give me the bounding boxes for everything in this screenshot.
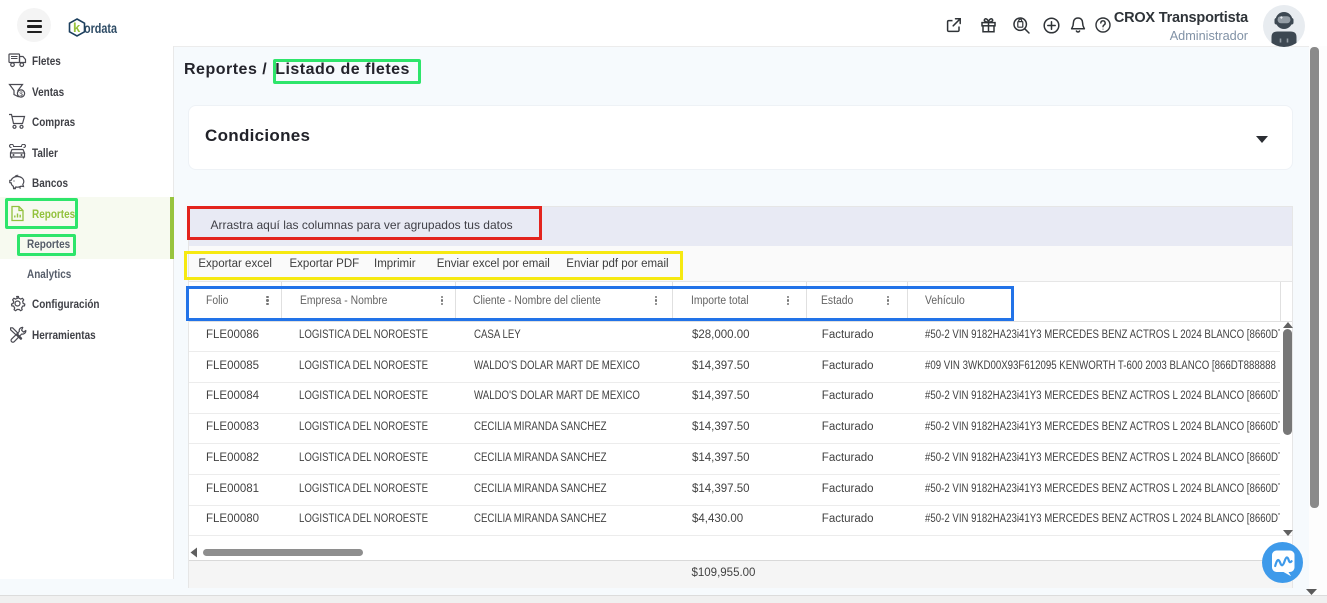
svg-text:$: $: [19, 91, 23, 98]
svg-text:k: k: [73, 20, 81, 35]
